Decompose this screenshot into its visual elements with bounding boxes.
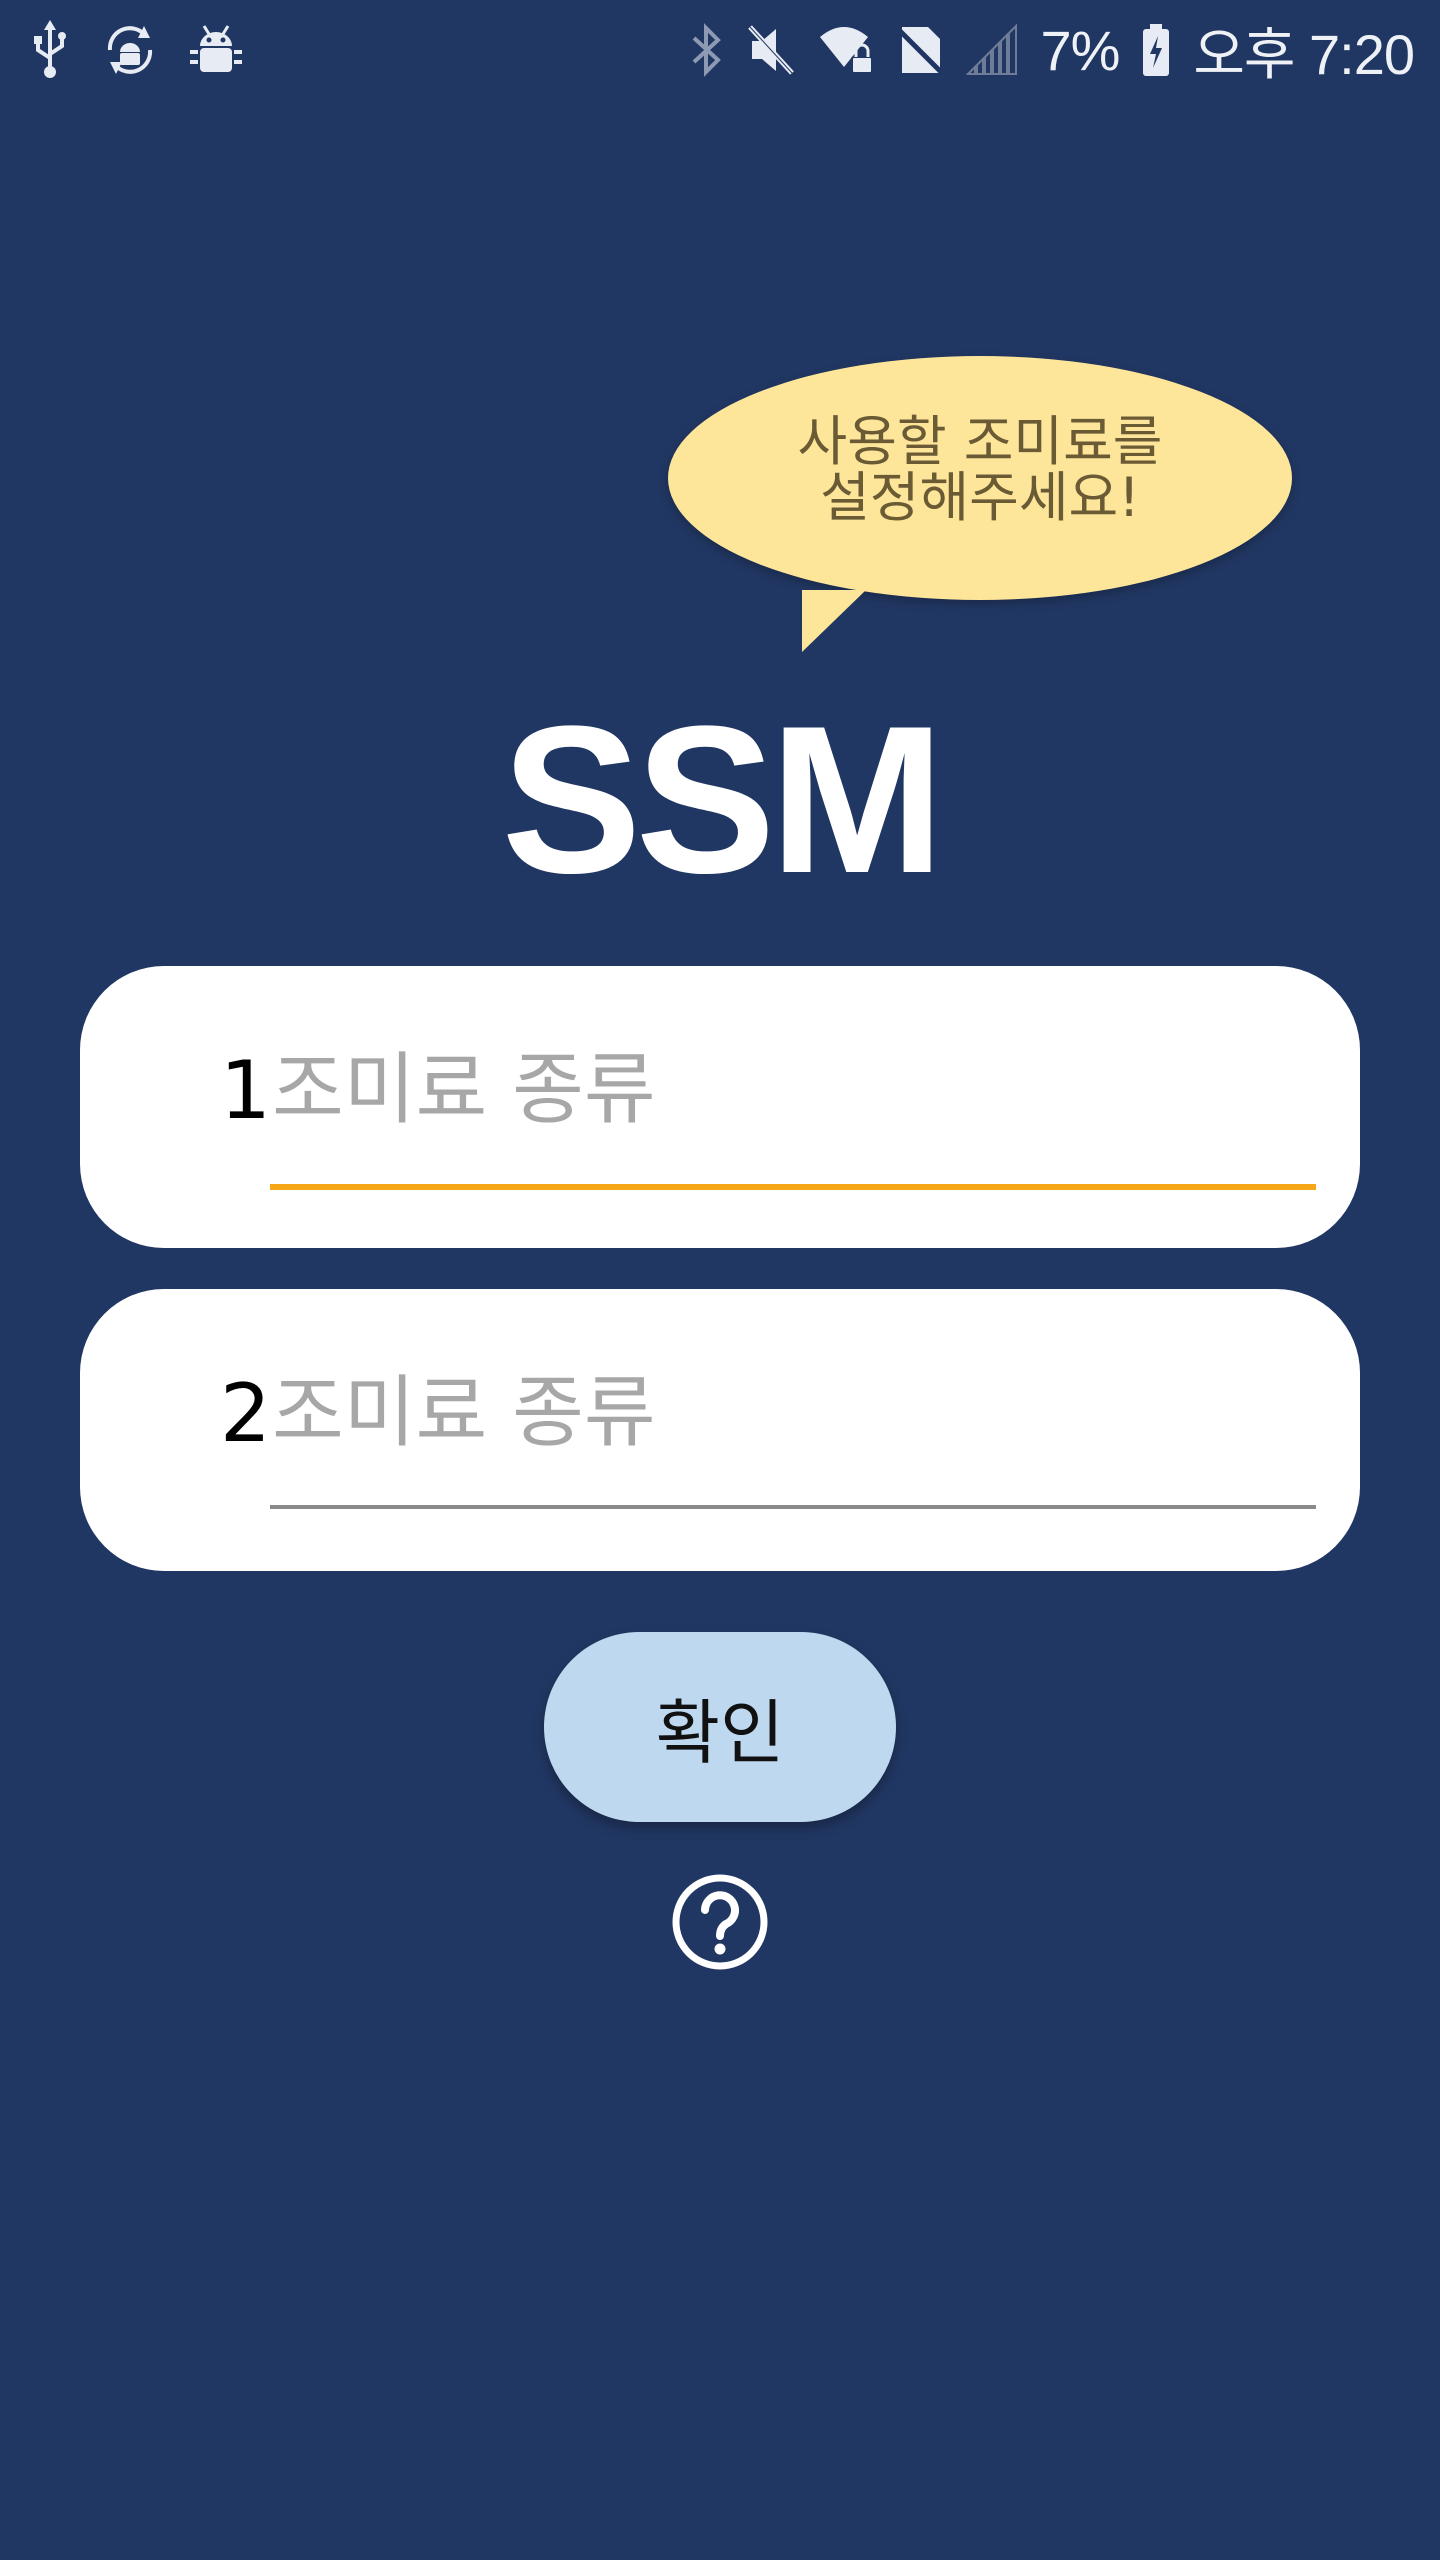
seasoning-input-1-underline: [270, 1184, 1316, 1190]
wifi-lock-icon: [818, 23, 876, 77]
seasoning-input-2[interactable]: [270, 1347, 1316, 1479]
speech-bubble-line-2: 설정해주세요!: [820, 466, 1140, 529]
seasoning-card-2: 2: [80, 1289, 1360, 1571]
android-debug-icon: [190, 20, 242, 80]
speech-bubble-tail: [802, 590, 866, 652]
confirm-button[interactable]: 확인: [544, 1632, 896, 1822]
seasoning-input-2-underline: [270, 1505, 1316, 1509]
seasoning-card-1: 1: [80, 966, 1360, 1248]
usb-icon: [30, 20, 70, 80]
speech-bubble: 사용할 조미료를 설정해주세요!: [668, 356, 1292, 600]
signal-icon: [966, 24, 1018, 76]
battery-percent: 7%: [1040, 18, 1120, 82]
bluetooth-icon: [690, 22, 724, 78]
status-bar-left: [30, 18, 242, 82]
clock: 오후 7:20: [1193, 22, 1415, 86]
seasoning-input-1[interactable]: [270, 1024, 1316, 1156]
status-bar-right: 7% 오후 7:20: [690, 14, 1415, 86]
status-bar: 7% 오후 7:20: [0, 0, 1440, 100]
seasoning-number-2: 2: [220, 1367, 271, 1460]
android-sync-icon: [100, 20, 160, 80]
battery-icon: [1141, 22, 1171, 78]
no-sim-icon: [898, 23, 945, 77]
help-icon[interactable]: [670, 1872, 770, 1972]
speech-bubble-text: 사용할 조미료를 설정해주세요!: [798, 414, 1163, 526]
speech-bubble-line-1: 사용할 조미료를: [797, 410, 1163, 473]
app-logo: SSM: [501, 682, 944, 917]
seasoning-number-1: 1: [220, 1044, 271, 1137]
mute-icon: [746, 23, 796, 77]
